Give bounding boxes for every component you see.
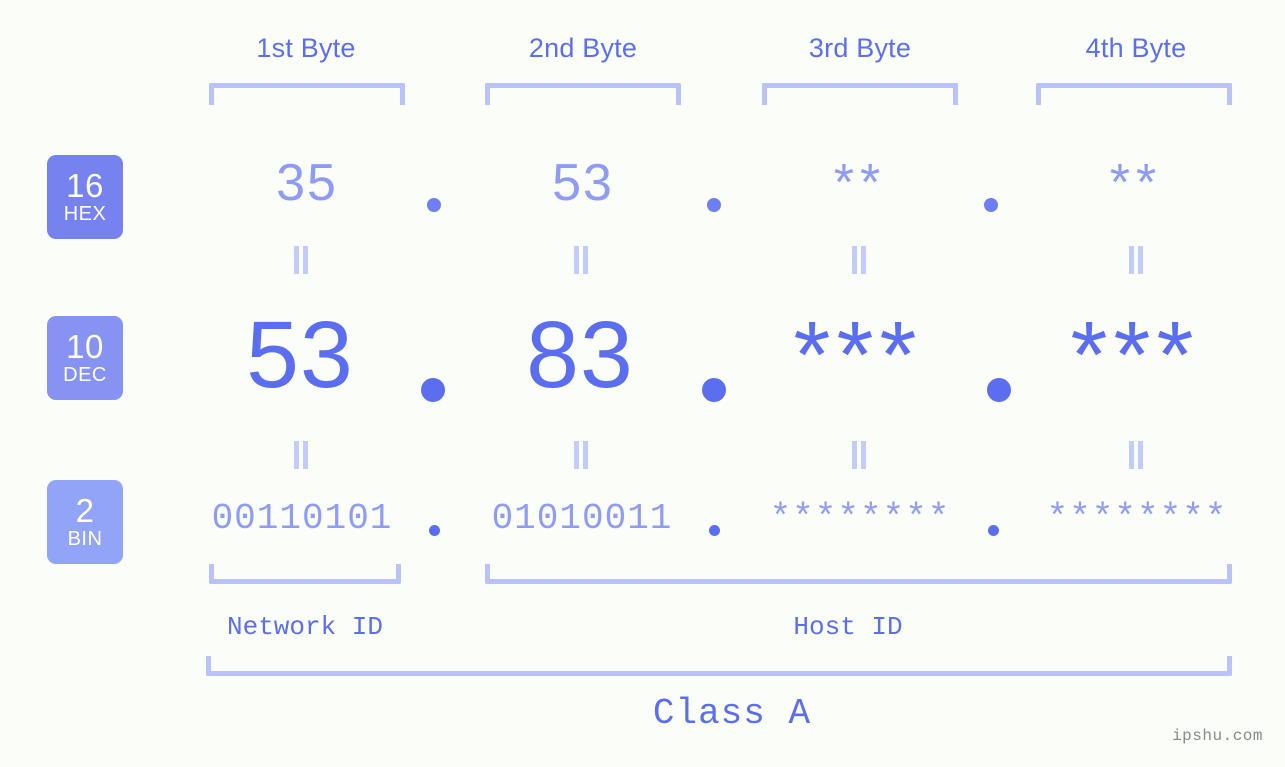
- base-badge-dec-number: 10: [66, 328, 104, 365]
- base-badge-hex-number: 16: [66, 167, 104, 204]
- equals-connector-hex-dec-4: [1126, 246, 1146, 274]
- base-badge-hex: 16 HEX: [47, 155, 123, 239]
- dec-byte-4: ***: [1070, 302, 1200, 408]
- host-id-label: Host ID: [793, 612, 903, 642]
- byte-bracket-4: [1036, 83, 1232, 105]
- class-bracket: [206, 656, 1232, 676]
- equals-connector-dec-bin-3: [849, 441, 869, 469]
- bin-separator-3: [988, 525, 999, 536]
- equals-connector-hex-dec-2: [571, 246, 591, 274]
- hex-separator-1: [427, 198, 441, 212]
- base-badge-dec: 10 DEC: [47, 316, 123, 400]
- hex-separator-2: [707, 198, 721, 212]
- hex-byte-1: 35: [276, 154, 338, 212]
- ip-address-breakdown-diagram: 1st Byte 2nd Byte 3rd Byte 4th Byte 16 H…: [0, 0, 1285, 767]
- equals-connector-dec-bin-1: [291, 441, 311, 469]
- base-badge-bin-number: 2: [75, 492, 95, 529]
- dec-byte-3: ***: [793, 302, 923, 408]
- hex-byte-2: 53: [552, 154, 614, 212]
- byte-bracket-2: [485, 83, 681, 105]
- bin-separator-1: [429, 525, 440, 536]
- network-id-label: Network ID: [226, 612, 384, 642]
- equals-connector-hex-dec-3: [849, 246, 869, 274]
- equals-connector-dec-bin-4: [1126, 441, 1146, 469]
- hex-byte-3: **: [833, 154, 887, 212]
- equals-connector-dec-bin-2: [571, 441, 591, 469]
- host-id-bracket: [485, 564, 1232, 584]
- class-label: Class A: [652, 693, 812, 734]
- byte-header-3: 3rd Byte: [808, 33, 912, 63]
- bin-byte-3: ********: [769, 498, 951, 539]
- equals-connector-hex-dec-1: [291, 246, 311, 274]
- byte-bracket-3: [762, 83, 958, 105]
- bin-byte-2: 01010011: [491, 498, 673, 539]
- byte-bracket-1: [209, 83, 405, 105]
- byte-header-4: 4th Byte: [1085, 33, 1187, 63]
- bin-byte-1: 00110101: [211, 498, 393, 539]
- bin-byte-4: ********: [1046, 498, 1228, 539]
- base-badge-dec-name: DEC: [63, 364, 107, 386]
- bin-separator-2: [709, 525, 720, 536]
- base-badge-bin-name: BIN: [67, 528, 103, 550]
- base-badge-hex-name: HEX: [63, 203, 107, 225]
- base-badge-bin: 2 BIN: [47, 480, 123, 564]
- byte-header-1: 1st Byte: [256, 33, 356, 63]
- hex-separator-3: [984, 198, 998, 212]
- network-id-bracket: [209, 564, 401, 584]
- byte-header-2: 2nd Byte: [528, 33, 638, 63]
- dec-byte-1: 53: [246, 302, 354, 408]
- hex-byte-4: **: [1109, 154, 1163, 212]
- site-watermark: ipshu.com: [1172, 727, 1263, 745]
- dec-byte-2: 83: [526, 302, 634, 408]
